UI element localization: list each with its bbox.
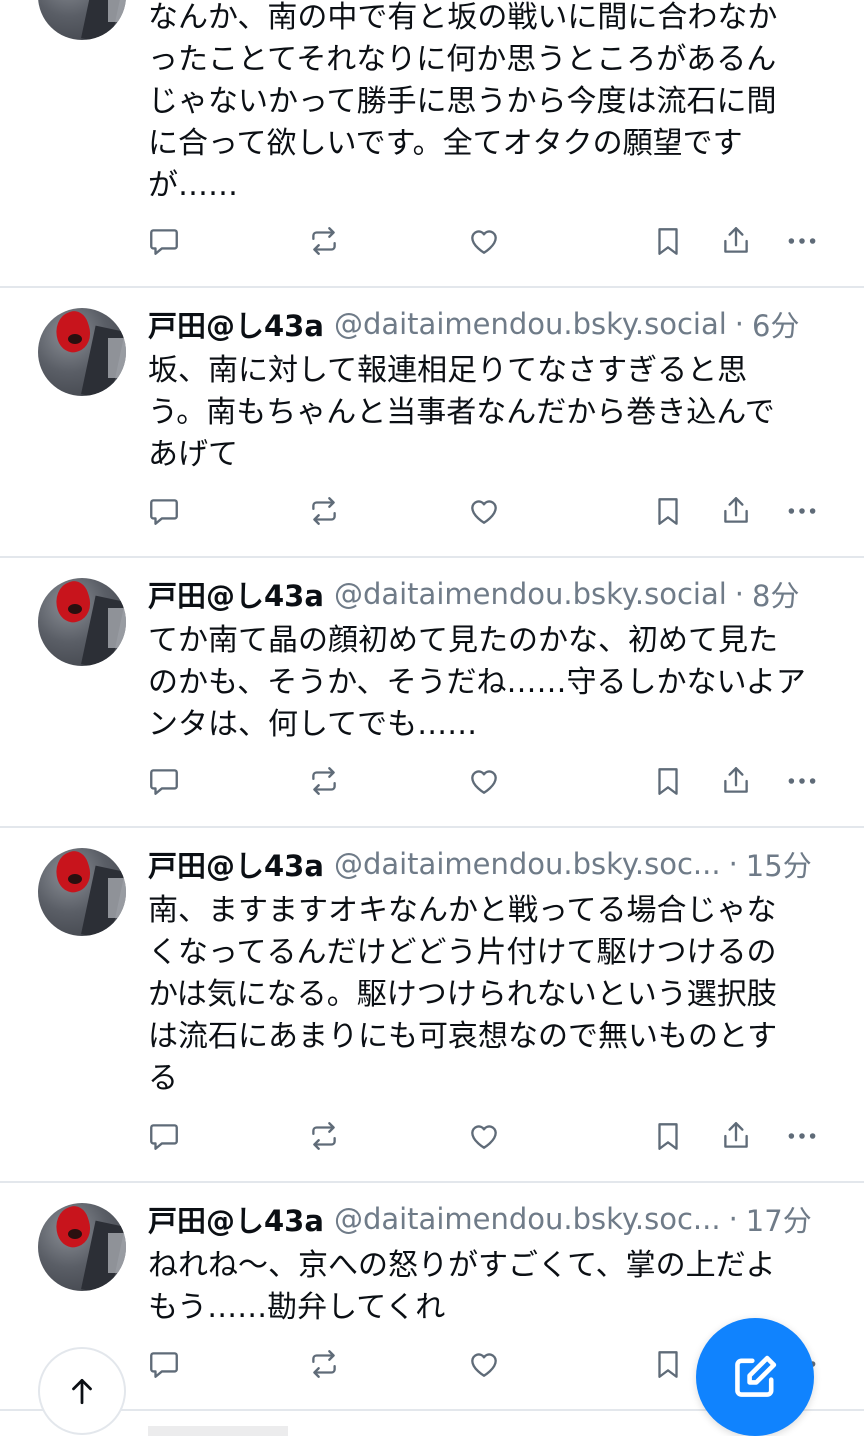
share-button[interactable] <box>716 761 756 801</box>
bookmark-button[interactable] <box>648 221 688 261</box>
speech-bubble-icon <box>150 1352 178 1378</box>
author-handle[interactable]: @daitaimendou.bsky.soc... <box>334 1202 721 1236</box>
heart-icon <box>471 230 497 254</box>
share-icon <box>724 767 748 793</box>
share-icon <box>724 227 748 253</box>
like-button[interactable] <box>464 1344 504 1384</box>
author-handle[interactable]: @daitaimendou.bsky.social <box>334 577 727 611</box>
post-header: 戸田@し43a @daitaimendou.bsky.soc... · 17分 <box>148 1197 838 1241</box>
more-button[interactable] <box>782 221 822 261</box>
repost-icon <box>312 227 336 255</box>
bookmark-icon <box>658 768 678 795</box>
share-button[interactable] <box>716 1116 756 1156</box>
post-actions <box>148 491 838 531</box>
bookmark-button[interactable] <box>648 761 688 801</box>
speech-bubble-icon <box>150 499 178 525</box>
heart-icon <box>471 770 497 794</box>
like-button[interactable] <box>464 1116 504 1156</box>
separator-dot: · <box>734 307 745 341</box>
bookmark-icon <box>658 228 678 255</box>
compose-icon <box>735 1355 777 1397</box>
post-header: 戸田@し43a @daitaimendou.bsky.soc... · 15分 <box>148 842 838 886</box>
like-button[interactable] <box>464 221 504 261</box>
post-header: 戸田@し43a @daitaimendou.bsky.social · 8分 <box>148 572 838 616</box>
post-text: なんか、南の中で有と坂の戦いに間に合わなか ったことてそれなりに何か思うところが… <box>148 0 778 203</box>
repost-icon <box>312 497 336 525</box>
separator-dot: · <box>728 847 738 881</box>
post-actions <box>148 761 838 801</box>
repost-button[interactable] <box>304 761 344 801</box>
reply-button[interactable] <box>144 1116 184 1156</box>
repost-button[interactable] <box>304 1344 344 1384</box>
post[interactable]: 戸田@し43a @daitaimendou.bsky.social · 6分 坂… <box>0 288 864 558</box>
more-button[interactable] <box>782 761 822 801</box>
repost-button[interactable] <box>304 1116 344 1156</box>
avatar[interactable] <box>38 0 126 40</box>
separator-dot: · <box>728 1202 738 1236</box>
post-time[interactable]: 15分 <box>746 843 812 885</box>
share-icon <box>724 1122 748 1148</box>
share-button[interactable] <box>716 221 756 261</box>
reply-button[interactable] <box>144 491 184 531</box>
bookmark-icon <box>658 1351 678 1378</box>
ellipsis-icon <box>788 508 816 514</box>
repost-button[interactable] <box>304 221 344 261</box>
heart-icon <box>471 1353 497 1377</box>
post-text: 坂、南に対して報連相足りてなさすぎると思 う。南もちゃんと当事者なんだから巻き込… <box>148 353 775 472</box>
avatar[interactable] <box>38 578 126 666</box>
speech-bubble-icon <box>150 769 178 795</box>
post-time[interactable]: 8分 <box>752 573 799 615</box>
like-button[interactable] <box>464 491 504 531</box>
author-name[interactable]: 戸田@し43a <box>148 303 324 345</box>
bookmark-icon <box>658 498 678 525</box>
speech-bubble-icon <box>150 1124 178 1150</box>
scroll-to-top-button[interactable] <box>38 1347 126 1435</box>
avatar[interactable] <box>38 848 126 936</box>
author-name[interactable]: 戸田@し43a <box>148 843 324 885</box>
more-button[interactable] <box>782 491 822 531</box>
reply-button[interactable] <box>144 221 184 261</box>
next-post-preview <box>148 1426 288 1436</box>
post-actions <box>148 1116 838 1156</box>
author-name[interactable]: 戸田@し43a <box>148 1198 324 1240</box>
post-text: ねれね〜、京への怒りがすごくて、掌の上だよ もう……勘弁してくれ <box>148 1248 776 1325</box>
compose-button[interactable] <box>696 1318 814 1436</box>
post-time[interactable]: 17分 <box>746 1198 812 1240</box>
author-name[interactable]: 戸田@し43a <box>148 573 324 615</box>
repost-button[interactable] <box>304 491 344 531</box>
more-button[interactable] <box>782 1116 822 1156</box>
post[interactable]: 戸田@し43a @daitaimendou.bsky.social · 8分 て… <box>0 558 864 828</box>
post[interactable]: なんか、南の中で有と坂の戦いに間に合わなか ったことてそれなりに何か思うところが… <box>0 0 864 288</box>
post-actions <box>148 221 838 261</box>
author-handle[interactable]: @daitaimendou.bsky.soc... <box>334 847 721 881</box>
avatar[interactable] <box>38 308 126 396</box>
post-header: 戸田@し43a @daitaimendou.bsky.social · 6分 <box>148 302 838 346</box>
arrow-up-icon <box>72 1378 92 1405</box>
bookmark-icon <box>658 1123 678 1150</box>
like-button[interactable] <box>464 761 504 801</box>
reply-button[interactable] <box>144 1344 184 1384</box>
share-button[interactable] <box>716 491 756 531</box>
author-handle[interactable]: @daitaimendou.bsky.social <box>334 307 727 341</box>
separator-dot: · <box>734 577 745 611</box>
bookmark-button[interactable] <box>648 1344 688 1384</box>
repost-icon <box>312 1350 336 1378</box>
reply-button[interactable] <box>144 761 184 801</box>
bookmark-button[interactable] <box>648 1116 688 1156</box>
ellipsis-icon <box>788 238 816 244</box>
post[interactable]: 戸田@し43a @daitaimendou.bsky.soc... · 15分 … <box>0 828 864 1183</box>
share-icon <box>724 497 748 523</box>
heart-icon <box>471 500 497 524</box>
repost-icon <box>312 767 336 795</box>
heart-icon <box>471 1125 497 1149</box>
bookmark-button[interactable] <box>648 491 688 531</box>
avatar[interactable] <box>38 1203 126 1291</box>
repost-icon <box>312 1122 336 1150</box>
post-text: てか南て晶の顔初めて見たのかな、初めて見た のかも、そうか、そうだね……守るしか… <box>148 623 806 742</box>
ellipsis-icon <box>788 1133 816 1139</box>
speech-bubble-icon <box>150 229 178 255</box>
post-text: 南、ますますオキなんかと戦ってる場合じゃな くなってるんだけどどう片付けて駆けつ… <box>148 893 778 1096</box>
post-time[interactable]: 6分 <box>752 303 799 345</box>
ellipsis-icon <box>788 778 816 784</box>
